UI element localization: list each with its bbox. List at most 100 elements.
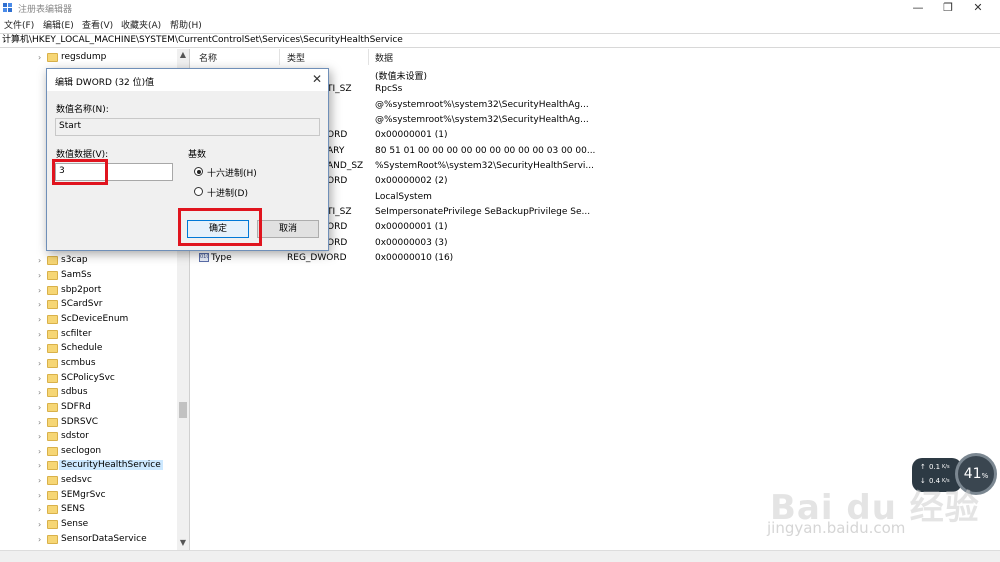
tree-item-label: seclogon [61,446,102,456]
scroll-down-icon[interactable]: ▼ [177,538,189,548]
chevron-right-icon[interactable]: › [38,388,46,397]
menu-file[interactable]: 文件(F) [4,18,34,31]
value-type: AND_SZ [327,161,364,171]
menu-help[interactable]: 帮助(H) [170,18,202,31]
chevron-right-icon[interactable]: › [38,432,46,441]
tree-item[interactable]: › Schedule [38,342,178,357]
tree-item[interactable]: › SDFRd [38,401,178,416]
tree-item[interactable]: › s3cap [38,254,178,269]
value-name-field[interactable]: Start [55,118,320,136]
tree-item[interactable]: › SEMgrSvc [38,489,178,504]
chevron-right-icon[interactable]: › [38,286,46,295]
close-icon[interactable]: ✕ [312,72,322,86]
folder-icon [47,53,58,62]
menu-edit[interactable]: 编辑(E) [43,18,74,31]
tree-item-selected[interactable]: › SecurityHealthService [38,459,178,474]
tree-item[interactable]: › SensorDataService [38,533,178,548]
chevron-right-icon[interactable]: › [38,476,46,485]
chevron-right-icon[interactable]: › [38,330,46,339]
value-type: ORD [327,238,348,248]
tree-item-label: sedsvc [61,475,92,485]
tree-item[interactable]: › SCardSvr [38,298,178,313]
tree-item[interactable]: › SDRSVC [38,416,178,431]
tree-item[interactable]: › scfilter [38,328,178,343]
tree-item-label: SCPolicySvc [61,373,115,383]
tree-item[interactable]: › ScDeviceEnum [38,313,178,328]
value-data: LocalSystem [375,192,432,202]
tree-item[interactable]: › seclogon [38,445,178,460]
chevron-right-icon[interactable]: › [38,520,46,529]
tree-scrollbar-thumb[interactable] [179,402,187,418]
tree-item[interactable]: › SCPolicySvc [38,372,178,387]
chevron-right-icon[interactable]: › [38,53,46,62]
radio-decimal[interactable] [194,187,203,196]
chevron-right-icon[interactable]: › [38,447,46,456]
cancel-button[interactable]: 取消 [257,220,319,238]
tree-item-label: sbp2port [61,285,102,295]
tree-item-label: SCardSvr [61,299,103,309]
chevron-right-icon[interactable]: › [38,300,46,309]
minimize-button[interactable]: — [903,0,933,16]
column-divider[interactable] [279,49,280,65]
address-bar[interactable]: 计算机\HKEY_LOCAL_MACHINE\SYSTEM\CurrentCon… [0,33,1000,48]
maximize-button[interactable]: ❐ [933,0,963,16]
chevron-right-icon[interactable]: › [38,315,46,324]
tree-item-label: scmbus [61,358,96,368]
chevron-right-icon[interactable]: › [38,344,46,353]
folder-icon [47,491,58,500]
close-window-button[interactable]: ✕ [963,0,993,16]
tree-item-label: SEMgrSvc [61,490,106,500]
value-data: 0x00000001 (1) [375,130,448,140]
radio-hex[interactable] [194,167,203,176]
tree-item[interactable]: › sbp2port [38,284,178,299]
value-row-type[interactable]: 010 Type REG_DWORD 0x00000010 (16) [192,252,1000,267]
highlight-data-field [52,159,108,185]
binary-value-icon: 010 [199,253,209,262]
scroll-up-icon[interactable]: ▲ [177,50,189,60]
value-data: 0x00000001 (1) [375,222,448,232]
chevron-right-icon[interactable]: › [38,359,46,368]
column-divider[interactable] [368,49,369,65]
tree-item[interactable]: › regsdump [38,51,178,66]
chevron-right-icon[interactable]: › [38,256,46,265]
chevron-right-icon[interactable]: › [38,491,46,500]
tree-item[interactable]: › scmbus [38,357,178,372]
tree-item[interactable]: › SamSs [38,269,178,284]
radio-decimal-label[interactable]: 十进制(D) [207,186,248,199]
tree-item-label: scfilter [61,329,92,339]
chevron-right-icon[interactable]: › [38,374,46,383]
value-type: REG_DWORD [287,253,347,263]
tree-item-label: s3cap [61,255,88,265]
chevron-right-icon[interactable]: › [38,461,46,470]
tree-item[interactable]: › sedsvc [38,474,178,489]
chevron-right-icon[interactable]: › [38,403,46,412]
value-type: TI_SZ [327,84,352,94]
window-title: 注册表编辑器 [18,5,73,15]
baidu-watermark-url: jingyan.baidu.com [767,519,906,537]
tree-item[interactable]: › SENS [38,503,178,518]
folder-icon [47,476,58,485]
folder-icon [47,388,58,397]
folder-icon [47,520,58,529]
folder-icon [47,505,58,514]
radio-hex-label[interactable]: 十六进制(H) [207,166,257,179]
chevron-right-icon[interactable]: › [38,418,46,427]
chevron-right-icon[interactable]: › [38,271,46,280]
tree-item[interactable]: › Sense [38,518,178,533]
tree-item-label: SENS [61,504,85,514]
column-name[interactable]: 名称 [199,51,217,64]
chevron-right-icon[interactable]: › [38,535,46,544]
column-data[interactable]: 数据 [375,51,393,64]
menu-favorites[interactable]: 收藏夹(A) [121,18,161,31]
value-data: @%systemroot%\system32\SecurityHealthAg.… [375,115,589,125]
folder-icon [47,300,58,309]
value-name: Type [211,253,232,263]
edit-dword-dialog: 编辑 DWORD (32 位)值 ✕ 数值名称(N): Start 数值数据(V… [46,68,329,251]
tree-item[interactable]: › sdbus [38,386,178,401]
folder-icon [47,461,58,470]
column-type[interactable]: 类型 [287,51,305,64]
folder-icon [47,359,58,368]
menu-view[interactable]: 查看(V) [82,18,113,31]
tree-item[interactable]: › sdstor [38,430,178,445]
chevron-right-icon[interactable]: › [38,505,46,514]
